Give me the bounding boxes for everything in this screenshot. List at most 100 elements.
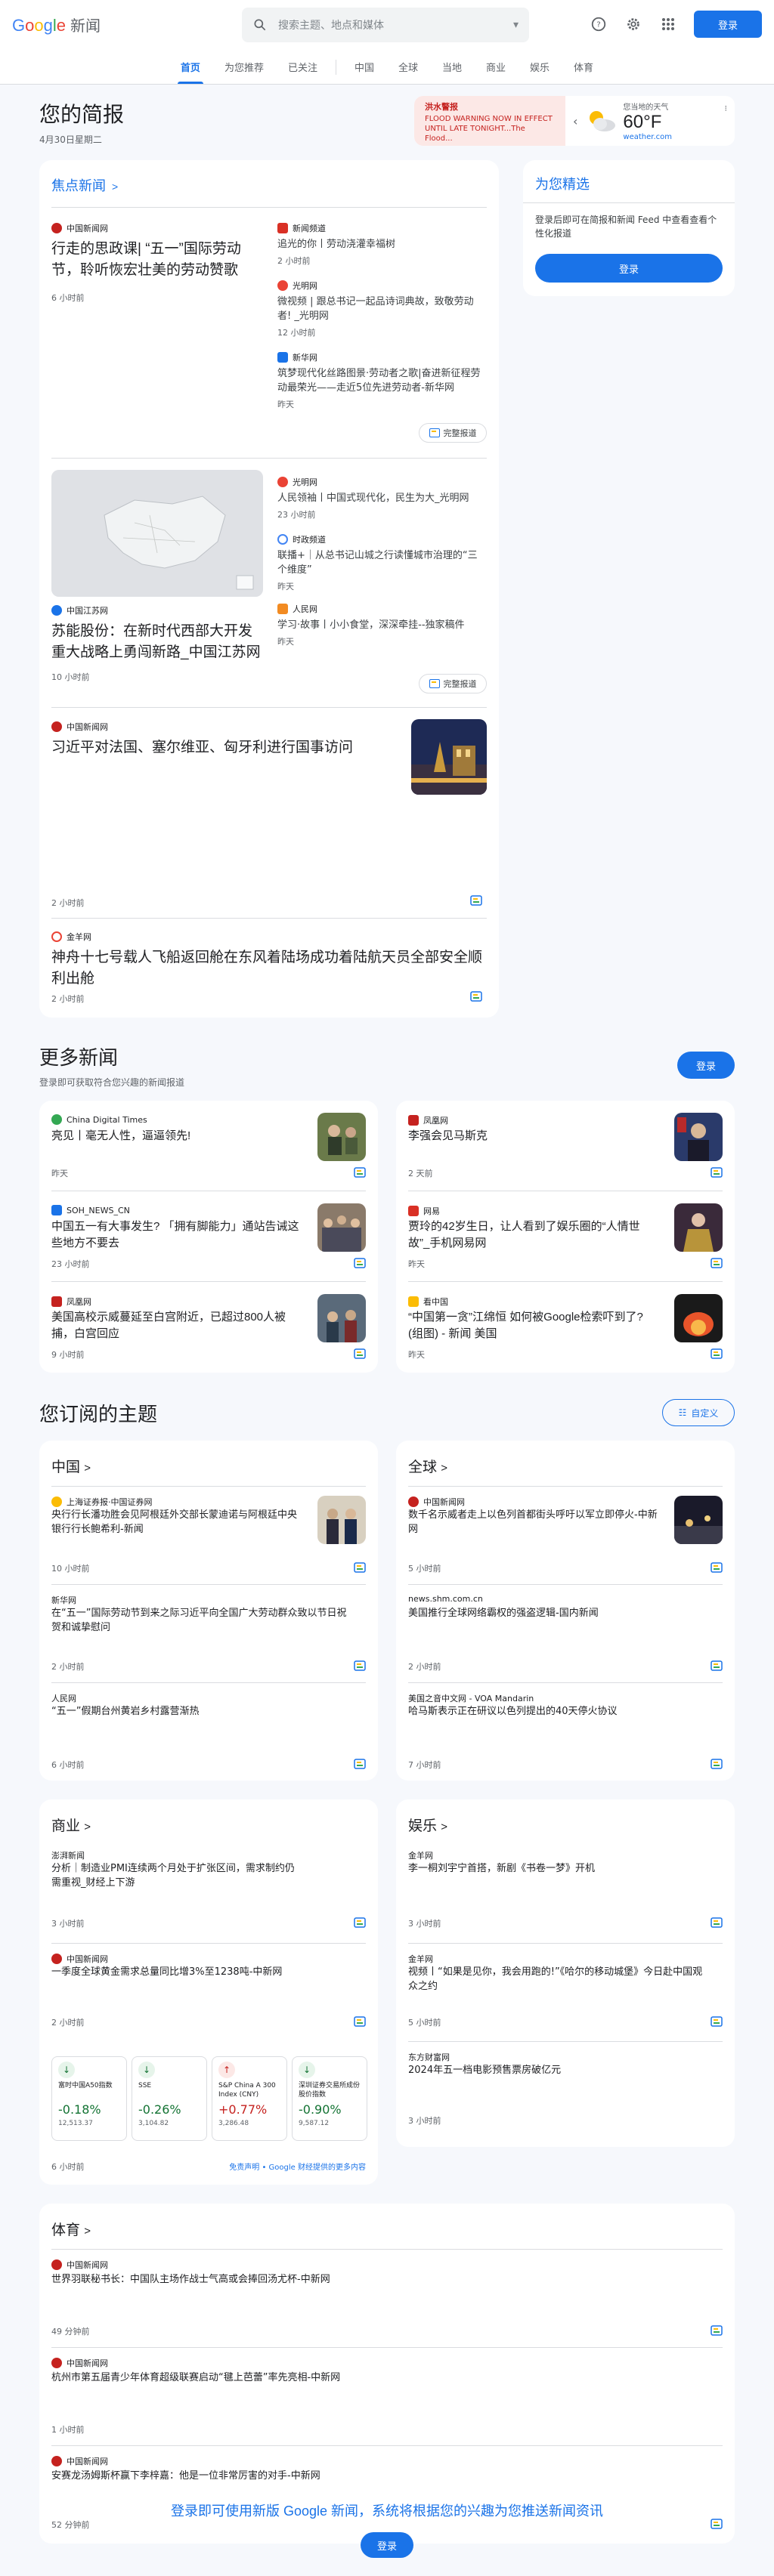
- full-coverage-icon[interactable]: [354, 1917, 366, 1928]
- full-coverage-icon[interactable]: [711, 1917, 723, 1928]
- tab-china[interactable]: 中国: [342, 60, 386, 84]
- full-coverage-icon[interactable]: [354, 1167, 366, 1178]
- full-coverage-icon[interactable]: [354, 1660, 366, 1671]
- tab-business[interactable]: 商业: [474, 60, 518, 84]
- headline[interactable]: 美国推行全球网络霸权的强盗逻辑-国内新闻: [408, 1606, 711, 1620]
- story-thumbnail[interactable]: [674, 1294, 723, 1342]
- full-coverage-icon[interactable]: [711, 1167, 723, 1178]
- help-icon[interactable]: ?: [590, 15, 608, 33]
- tab-home[interactable]: 首页: [169, 60, 212, 84]
- story-main[interactable]: 中国新闻网 习近平对法国、塞尔维亚、匈牙利进行国事访问: [51, 721, 414, 758]
- full-coverage-icon[interactable]: [354, 1759, 366, 1769]
- list-item[interactable]: 澎湃新闻 分析｜制造业PMI连续两个月处于扩张区间，需求制约仍需重视_财经上下游…: [51, 1845, 366, 1943]
- headline[interactable]: 习近平对法国、塞尔维亚、匈牙利进行国事访问: [51, 737, 414, 758]
- list-item[interactable]: 凤凰网 美国高校示威蔓延至白宫附近，已超过800人被捕，白宫回应 9 小时前: [51, 1282, 366, 1373]
- list-item[interactable]: 看中国 “中国第一贪”江绵恒 如何被Google检索吓到了? (组图) - 新闻…: [408, 1282, 723, 1373]
- full-coverage-icon[interactable]: [711, 1759, 723, 1769]
- headline[interactable]: 学习·故事丨小小食堂，深深牵挂--独家稿件: [277, 618, 487, 632]
- story-side[interactable]: 新闻频道 追光的你丨劳动浇灌幸福树 2 小时前: [277, 222, 487, 267]
- headline[interactable]: 安赛龙汤姆斯杯赢下李梓嘉：他是一位非常厉害的对手-中新网: [51, 2469, 580, 2483]
- story-main[interactable]: 金羊网 神舟十七号载人飞船返回舱在东风着陆场成功着陆航天员全部安全顺利出舱: [51, 931, 487, 990]
- headline[interactable]: 追光的你丨劳动浇灌幸福树: [277, 237, 487, 252]
- list-item[interactable]: 金羊网 李一桐刘宇宁首搭，新剧《书卷一梦》开机 3 小时前: [408, 1845, 723, 1943]
- footer-login-button[interactable]: 登录: [361, 2532, 413, 2558]
- tab-following[interactable]: 已关注: [276, 60, 330, 84]
- full-coverage-icon[interactable]: [711, 1660, 723, 1671]
- list-item[interactable]: news.shm.com.cn 美国推行全球网络霸权的强盗逻辑-国内新闻 2 小…: [408, 1584, 723, 1682]
- story-thumbnail[interactable]: [411, 719, 487, 795]
- story-main[interactable]: 中国新闻网 行走的思政课| “五一”国际劳动节，聆听恢宏壮美的劳动赞歌 6 小时…: [51, 222, 263, 304]
- list-item[interactable]: 中国新闻网 杭州市第五届青少年体育超级联赛启动“毽上芭蕾”率先亮相-中新网 1 …: [51, 2347, 723, 2445]
- headline[interactable]: 中国五一有大事发生? 「拥有脚能力」通站告诫这些地方不要去: [51, 1219, 301, 1252]
- headline[interactable]: 贾玲的42岁生日，让人看到了娱乐圈的“人情世故”_手机网易网: [408, 1219, 658, 1252]
- headline[interactable]: 微视频 | 跟总书记一起品诗词典故，致敬劳动者! _光明网: [277, 295, 487, 323]
- headline[interactable]: 世界羽联秘书长：中国队主场作战士气高或会捧回汤尤杯-中新网: [51, 2272, 580, 2287]
- headline[interactable]: 哈马斯表示正在研议以色列提出的40天停火协议: [408, 1704, 711, 1719]
- headline[interactable]: 在“五一”国际劳动节到来之际习近平向全国广大劳动群众致以节日祝贺和诚挚慰问: [51, 1606, 354, 1635]
- headline[interactable]: 人民领袖丨中国式现代化，民生为大_光明网: [277, 491, 487, 505]
- story-thumbnail[interactable]: [317, 1203, 366, 1252]
- full-coverage-icon[interactable]: [354, 1258, 366, 1268]
- list-item[interactable]: 美国之音中文网 - VOA Mandarin 哈马斯表示正在研议以色列提出的40…: [408, 1682, 723, 1781]
- headline[interactable]: 苏能股份：在新时代西部大开发重大战略上勇闯新路_中国江苏网: [51, 621, 263, 663]
- full-coverage-icon[interactable]: [711, 1562, 723, 1573]
- story-side[interactable]: 光明网 人民领袖丨中国式现代化，民生为大_光明网 23 小时前: [277, 476, 487, 520]
- weather-widget[interactable]: 洪水警报 FLOOD WARNING NOW IN EFFECT UNTIL L…: [414, 96, 735, 146]
- story-image[interactable]: [51, 470, 263, 597]
- topic-title[interactable]: 全球 >: [396, 1441, 735, 1484]
- topic-title[interactable]: 体育 >: [39, 2204, 735, 2247]
- weather-source[interactable]: weather.com: [623, 133, 672, 141]
- headline[interactable]: 筑梦现代化丝路图景·劳动者之歌|奋进新征程劳动最荣光——走近5位先进劳动者-新华…: [277, 366, 487, 395]
- flood-alert[interactable]: 洪水警报 FLOOD WARNING NOW IN EFFECT UNTIL L…: [414, 96, 565, 146]
- full-coverage-icon[interactable]: [470, 991, 482, 1002]
- list-item[interactable]: 新华网 在“五一”国际劳动节到来之际习近平向全国广大劳动群众致以节日祝贺和诚挚慰…: [51, 1584, 366, 1682]
- full-coverage-icon[interactable]: [711, 1348, 723, 1359]
- list-item[interactable]: 中国新闻网 世界羽联秘书长：中国队主场作战士气高或会捧回汤尤杯-中新网 49 分…: [51, 2249, 723, 2347]
- headline[interactable]: “五一”假期台州黄岩乡村露营渐热: [51, 1704, 354, 1719]
- headline[interactable]: 亮见丨毫无人性，逼逼领先!: [51, 1128, 301, 1144]
- list-item[interactable]: 上海证券报·中国证券网 央行行长潘功胜会见阿根廷外交部长蒙迪诺与阿根廷中央银行行…: [51, 1486, 366, 1584]
- headline[interactable]: 央行行长潘功胜会见阿根廷外交部长蒙迪诺与阿根廷中央银行行长鲍希利-新闻: [51, 1508, 301, 1537]
- stock-tile[interactable]: ↑ S&P China A 300 Index (CNY) +0.77% 3,2…: [212, 2056, 287, 2141]
- tab-sports[interactable]: 体育: [562, 60, 605, 84]
- tab-entertainment[interactable]: 娱乐: [518, 60, 562, 84]
- story-thumbnail[interactable]: [674, 1113, 723, 1161]
- stock-tile[interactable]: ↓ 富时中国A50指数 -0.18% 12,513.37: [51, 2056, 127, 2141]
- full-coverage-icon[interactable]: [711, 2325, 723, 2336]
- headline[interactable]: 分析｜制造业PMI连续两个月处于扩张区间，需求制约仍需重视_财经上下游: [51, 1861, 301, 1890]
- list-item[interactable]: 东方财富网 2024年五一档电影预售票房破亿元 3 小时前: [408, 2041, 723, 2139]
- more-icon[interactable]: ⁝: [725, 103, 728, 113]
- story-thumbnail[interactable]: [674, 1203, 723, 1252]
- customize-button[interactable]: ☷ 自定义: [662, 1399, 735, 1426]
- tab-world[interactable]: 全球: [386, 60, 430, 84]
- headline[interactable]: 数千名示威者走上以色列首都街头呼吁以军立即停火-中新网: [408, 1508, 658, 1537]
- headline[interactable]: “中国第一贪”江绵恒 如何被Google检索吓到了? (组图) - 新闻 美国: [408, 1309, 658, 1342]
- story-side[interactable]: 光明网 微视频 | 跟总书记一起品诗词典故，致敬劳动者! _光明网 12 小时前: [277, 280, 487, 338]
- topic-title[interactable]: 娱乐 >: [396, 1799, 735, 1842]
- finance-disclaimer-link[interactable]: 免责声明 • Google 财经提供的更多内容: [229, 2161, 366, 2172]
- headline[interactable]: 杭州市第五届青少年体育超级联赛启动“毽上芭蕾”率先亮相-中新网: [51, 2371, 580, 2385]
- picks-login-button[interactable]: 登录: [535, 254, 723, 283]
- tab-local[interactable]: 当地: [430, 60, 474, 84]
- chevron-left-icon[interactable]: ‹: [573, 114, 577, 128]
- full-coverage-icon[interactable]: [470, 895, 482, 906]
- settings-icon[interactable]: [624, 15, 642, 33]
- list-item[interactable]: China Digital Times 亮见丨毫无人性，逼逼领先! 昨天: [51, 1101, 366, 1191]
- stock-tile[interactable]: ↓ 深圳证券交易所成份股价指数 -0.90% 9,587.12: [292, 2056, 367, 2141]
- headline[interactable]: 2024年五一档电影预售票房破亿元: [408, 2063, 711, 2077]
- headline[interactable]: 神舟十七号载人飞船返回舱在东风着陆场成功着陆航天员全部安全顺利出舱: [51, 947, 487, 990]
- headline[interactable]: 李强会见马斯克: [408, 1128, 658, 1144]
- chevron-down-icon[interactable]: ▾: [513, 19, 519, 31]
- list-item[interactable]: SOH_NEWS_CN 中国五一有大事发生? 「拥有脚能力」通站告诫这些地方不要…: [51, 1191, 366, 1282]
- full-coverage-icon[interactable]: [354, 2016, 366, 2027]
- story-thumbnail[interactable]: [317, 1294, 366, 1342]
- story-side[interactable]: 时政频道 联播+｜从总书记山城之行读懂城市治理的“三个维度” 昨天: [277, 533, 487, 592]
- topic-title[interactable]: 商业 >: [39, 1799, 378, 1842]
- full-coverage-button[interactable]: 完整报道: [419, 674, 487, 693]
- top-stories-title[interactable]: 焦点新闻 >: [39, 160, 499, 195]
- apps-icon[interactable]: [659, 15, 677, 33]
- full-coverage-icon[interactable]: [711, 2016, 723, 2027]
- headline[interactable]: 美国高校示威蔓延至白宫附近，已超过800人被捕，白宫回应: [51, 1309, 301, 1342]
- header-login-button[interactable]: 登录: [694, 11, 762, 38]
- story-thumbnail[interactable]: [317, 1496, 366, 1544]
